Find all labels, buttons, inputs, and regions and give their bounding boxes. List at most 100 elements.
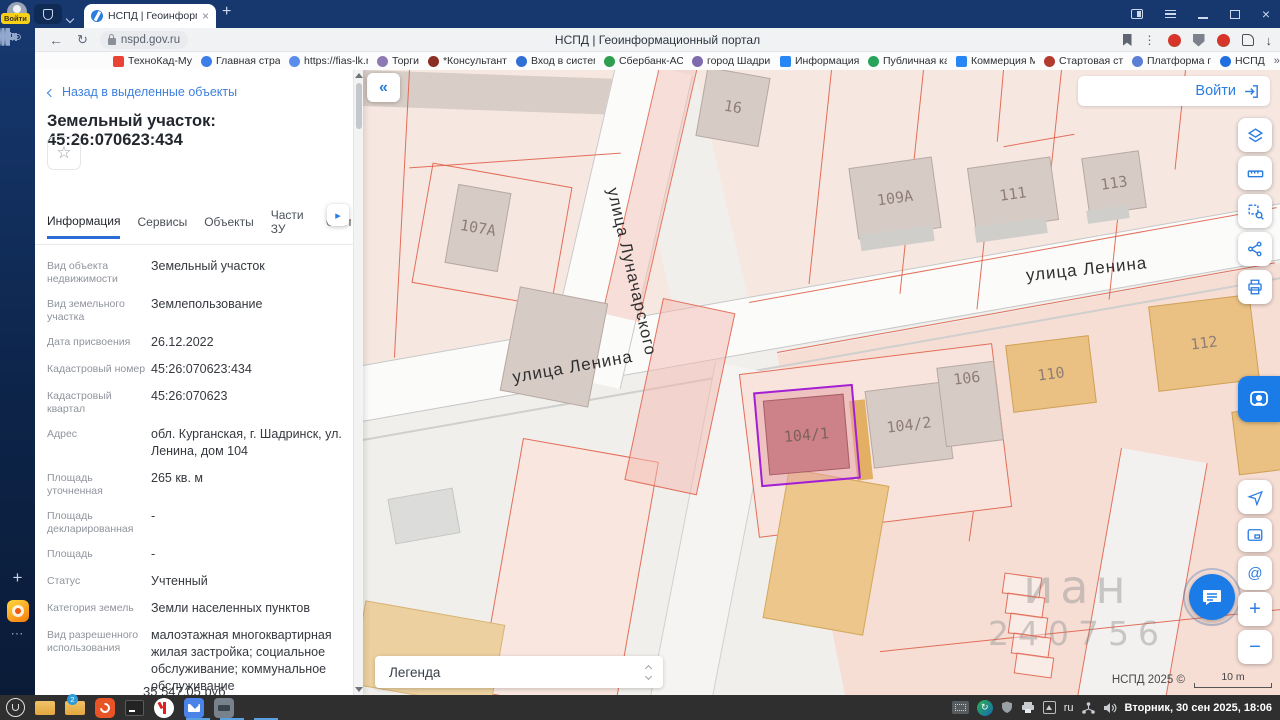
tab-objects[interactable]: Объекты	[204, 215, 254, 237]
overview-map-button[interactable]	[1238, 518, 1272, 552]
layers-button[interactable]	[1238, 118, 1272, 152]
info-rows: Вид объекта недвижимостиЗемельный участо…	[35, 245, 363, 697]
zoom-out-button[interactable]: −	[1238, 630, 1272, 664]
close-icon[interactable]: ×	[1262, 6, 1270, 22]
legend-bar[interactable]: Легенда	[375, 656, 663, 688]
bookmark-item[interactable]: Вход в систему :	[516, 55, 595, 67]
folder-app-icon[interactable]: 2	[65, 701, 85, 715]
building[interactable]	[500, 286, 609, 407]
tab-services[interactable]: Сервисы	[137, 215, 187, 237]
building[interactable]: 16	[695, 70, 770, 147]
favorite-star-button[interactable]: ☆	[47, 136, 81, 170]
rail-add-icon[interactable]: +	[0, 568, 35, 588]
area-search-button[interactable]	[1238, 194, 1272, 228]
panels-icon[interactable]	[1131, 9, 1143, 19]
coordinates-button[interactable]: @	[1238, 556, 1272, 590]
bookmark-item[interactable]: Стартовая стран	[1044, 55, 1123, 67]
bookmark-item[interactable]: https://fias-lk.nal	[289, 55, 368, 67]
login-button[interactable]: Войти	[1078, 76, 1270, 106]
building[interactable]: 110	[1005, 335, 1097, 413]
volume-tray-icon[interactable]	[1103, 702, 1117, 714]
updates-tray-icon[interactable]	[1043, 701, 1056, 714]
minimize-icon[interactable]	[1198, 17, 1208, 19]
selected-parcel-104-1[interactable]: 104/1	[753, 384, 861, 487]
tab-close-icon[interactable]: ×	[202, 9, 209, 23]
map-canvas[interactable]: 107А 16 109А 111 113 104/1 104/2 106 110…	[363, 70, 1280, 695]
bookmark-item[interactable]: *КонсультантПл	[428, 55, 507, 67]
bookmark-favicon	[428, 56, 439, 67]
bookmark-favicon	[956, 56, 967, 67]
menu-icon[interactable]	[1165, 8, 1176, 21]
bookmark-item[interactable]: Торги	[377, 55, 419, 67]
building: 104/1	[763, 394, 850, 476]
scroll-thumb[interactable]	[356, 83, 362, 129]
tabs-scroll-right-button[interactable]: ▸	[327, 204, 349, 226]
side-panel-tab[interactable]	[1238, 376, 1280, 422]
bookmark-item[interactable]: Платформа госуд	[1132, 55, 1211, 67]
bookmark-item[interactable]: НСПД	[1220, 55, 1265, 67]
bookmark-item[interactable]: город Шадринск	[692, 55, 771, 67]
terminal-app-icon[interactable]	[125, 700, 144, 716]
kebab-icon[interactable]: ⋮	[1144, 33, 1156, 47]
bookmark-item[interactable]: Главная страниц	[201, 55, 280, 67]
back-link[interactable]: Назад в выделенные объекты	[35, 70, 363, 99]
back-chevron-icon	[47, 88, 55, 96]
reload-icon[interactable]: ↻	[77, 32, 88, 48]
screenshot-icon[interactable]	[8, 27, 10, 46]
shield-extension-icon[interactable]	[1193, 34, 1205, 47]
start-menu-button[interactable]	[6, 698, 25, 717]
share-button[interactable]	[1238, 232, 1272, 266]
taskbar-clock[interactable]: Вторник, 30 сен 2025, 18:06	[1125, 702, 1272, 714]
panel-collapse-button[interactable]: «	[367, 73, 400, 102]
info-row: Дата присвоения26.12.2022	[35, 334, 363, 351]
profile-button[interactable]	[34, 4, 62, 24]
download-icon[interactable]: ↓	[1266, 33, 1273, 48]
shield-tray-icon[interactable]	[1001, 701, 1013, 714]
tab-information[interactable]: Информация	[47, 214, 120, 239]
files-app-icon[interactable]	[35, 701, 55, 715]
profile-chevron-icon[interactable]	[67, 9, 73, 27]
tab-parts[interactable]: Части ЗУ	[271, 208, 309, 244]
yandex-browser-app-icon[interactable]	[154, 698, 174, 718]
url-text[interactable]: nspd.gov.ru	[121, 34, 180, 46]
chat-button[interactable]	[1189, 574, 1235, 620]
bookmark-item[interactable]: ТехноКад-Муниц	[113, 55, 192, 67]
bookmark-flag-icon[interactable]	[1123, 34, 1132, 46]
url-box[interactable]: nspd.gov.ru	[100, 31, 188, 49]
print-button[interactable]	[1238, 270, 1272, 304]
bookmarks-overflow[interactable]: »	[1274, 55, 1280, 67]
bookmark-item[interactable]: Информация о р	[780, 55, 859, 67]
window-app-icon[interactable]	[214, 698, 234, 718]
bookmark-item[interactable]: Публичная кадас	[868, 55, 947, 67]
printer-tray-icon[interactable]	[1021, 702, 1035, 714]
mail-app-icon[interactable]	[184, 698, 204, 718]
zoom-in-button[interactable]: +	[1238, 592, 1272, 626]
building[interactable]: 106	[936, 361, 1003, 447]
building[interactable]: 113	[1081, 150, 1147, 216]
language-indicator[interactable]: ru	[1064, 702, 1074, 714]
bookmark-item[interactable]: Сбербанк-АСТ -	[604, 55, 683, 67]
network-tray-icon[interactable]	[1082, 702, 1095, 714]
scroll-down-icon[interactable]	[355, 687, 363, 692]
new-tab-button[interactable]: +	[222, 3, 231, 21]
legend-expand-icon[interactable]	[646, 666, 651, 679]
keyboard-tray-icon[interactable]	[952, 701, 969, 714]
info-row: Вид земельного участкаЗемлепользование	[35, 296, 363, 324]
profile-login-badge[interactable]: Войти	[1, 13, 30, 24]
panel-scrollbar[interactable]	[353, 70, 363, 695]
ruler-button[interactable]	[1238, 156, 1272, 190]
back-icon[interactable]: ←	[49, 32, 63, 48]
maximize-icon[interactable]	[1230, 10, 1240, 19]
update-app-icon[interactable]	[95, 698, 115, 718]
collections-icon[interactable]	[1242, 34, 1254, 46]
yandex-start-icon[interactable]	[7, 600, 29, 622]
scroll-up-icon[interactable]	[355, 73, 363, 78]
bookmark-item[interactable]: Коммерция МО.х	[956, 55, 1035, 67]
sync-tray-icon[interactable]: ↻	[977, 700, 993, 716]
watermark: иан 240756	[933, 560, 1223, 653]
geolocation-button[interactable]	[1238, 480, 1272, 514]
extension-icon[interactable]	[1168, 34, 1181, 47]
browser-tab[interactable]: НСПД | Геоинформаци ×	[84, 4, 216, 28]
rail-more-icon[interactable]: ⋯	[0, 626, 35, 642]
extension-icon[interactable]	[1217, 34, 1230, 47]
